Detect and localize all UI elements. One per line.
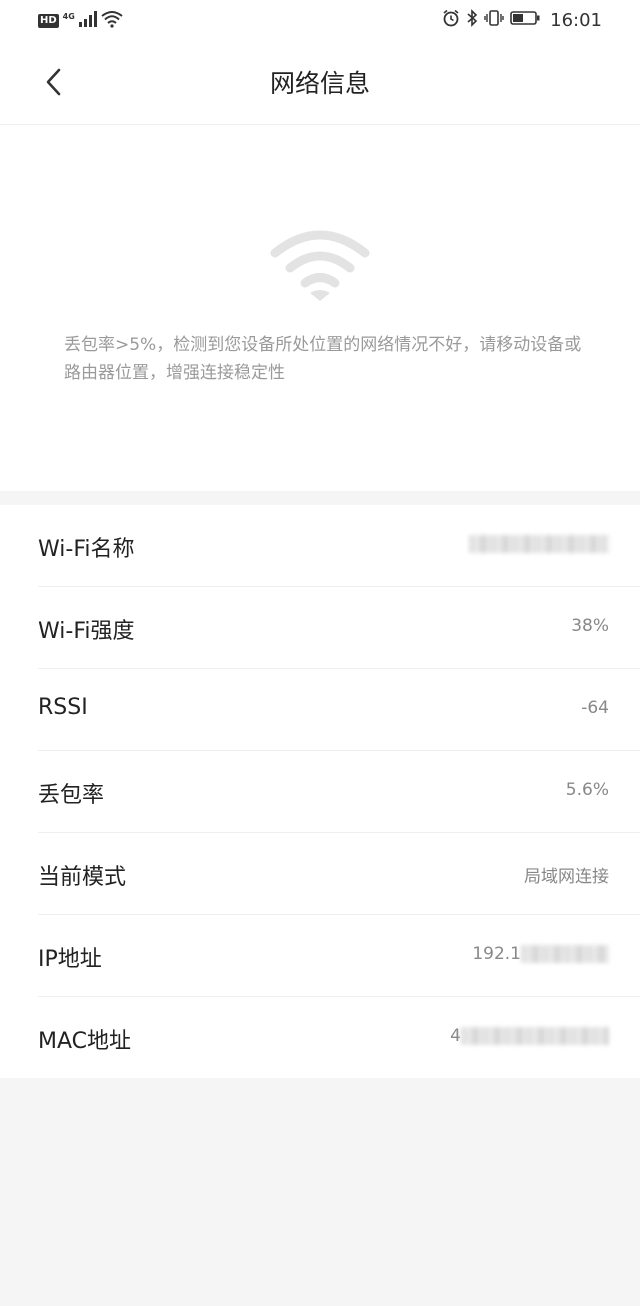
alarm-icon <box>442 9 460 31</box>
row-value: 5.6% <box>565 780 609 800</box>
row-value-masked: 192.1 <box>472 944 609 964</box>
row-label: RSSI <box>38 695 88 720</box>
row-label: MAC地址 <box>38 1029 132 1054</box>
row-ip-address: IP地址 192.1 <box>38 915 640 997</box>
row-label: 当前模式 <box>38 865 127 890</box>
row-mac-address: MAC地址 4 <box>38 997 640 1078</box>
row-value: -64 <box>581 698 609 718</box>
battery-icon <box>510 10 540 30</box>
status-time: 16:01 <box>550 9 602 31</box>
network-info-list: Wi-Fi名称 Wi-Fi强度 38% RSSI -64 丢包率 5.6% 当前… <box>0 505 640 1078</box>
hd-badge: HD <box>38 14 59 28</box>
row-current-mode: 当前模式 局域网连接 <box>38 833 640 915</box>
row-value-masked: 4 <box>450 1026 609 1046</box>
row-value: 局域网连接 <box>524 867 609 887</box>
row-rssi: RSSI -64 <box>38 669 640 751</box>
network-info-page: HD 4G 16:01 网络信息 丢包率>5%，检测到您设备所处位置的网络情况不… <box>0 0 640 1306</box>
network-warning-banner: 丢包率>5%，检测到您设备所处位置的网络情况不好，请移动设备或路由器位置，增强连… <box>0 125 640 491</box>
status-bar: HD 4G 16:01 <box>0 0 640 40</box>
row-wifi-strength: Wi-Fi强度 38% <box>38 587 640 669</box>
row-label: IP地址 <box>38 947 102 972</box>
vibrate-icon <box>484 9 504 31</box>
wifi-icon <box>270 229 370 301</box>
signal-bars-icon <box>78 11 97 31</box>
page-title: 网络信息 <box>269 69 370 98</box>
title-bar: 网络信息 <box>0 40 640 125</box>
wifi-status-icon <box>101 10 123 32</box>
row-label: Wi-Fi强度 <box>38 619 135 644</box>
redaction-mask <box>461 1027 609 1045</box>
row-value-masked <box>469 534 609 554</box>
bluetooth-icon <box>466 9 478 31</box>
redaction-mask <box>469 535 609 553</box>
warning-message: 丢包率>5%，检测到您设备所处位置的网络情况不好，请移动设备或路由器位置，增强连… <box>64 335 582 383</box>
row-label: 丢包率 <box>38 783 105 808</box>
row-packet-loss: 丢包率 5.6% <box>38 751 640 833</box>
redaction-mask <box>521 945 609 963</box>
row-label: Wi-Fi名称 <box>38 537 135 562</box>
status-right: 16:01 <box>442 9 602 31</box>
network-type-label: 4G <box>62 11 75 21</box>
row-wifi-name: Wi-Fi名称 <box>38 505 640 587</box>
row-value: 38% <box>571 616 609 636</box>
status-left: HD 4G <box>38 10 123 32</box>
